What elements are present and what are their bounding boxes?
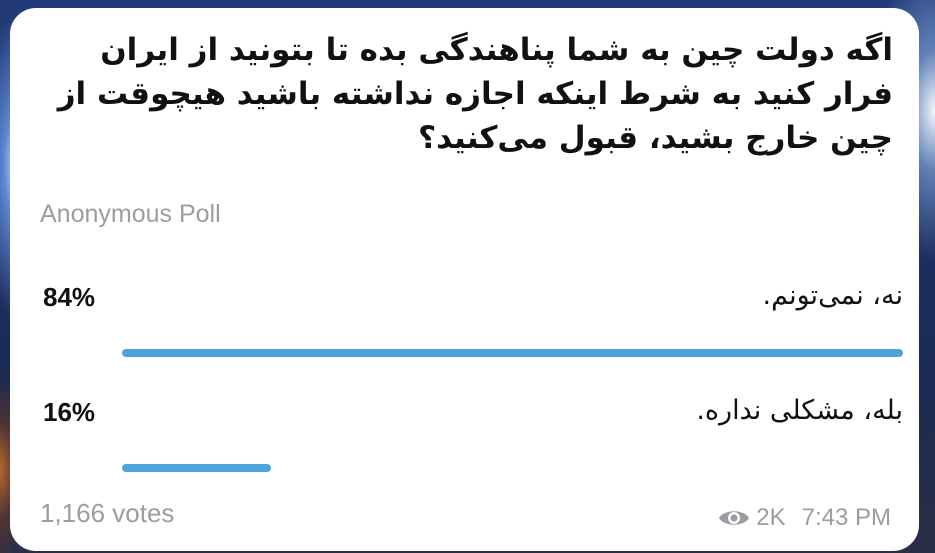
message-meta: 2K 7:43 PM (718, 504, 891, 532)
message-time: 7:43 PM (801, 504, 891, 531)
vote-count[interactable]: 1,166 votes (40, 498, 174, 529)
option-text: نه، نمی‌تونم. (762, 280, 903, 311)
poll-question: اگه دولت چین به شما پناهندگی بده تا بتون… (57, 32, 893, 156)
poll-option[interactable]: 84% نه، نمی‌تونم. (10, 276, 919, 366)
option-result-bar-track (122, 464, 903, 472)
option-result-bar (122, 464, 271, 472)
view-count: 2K (756, 504, 786, 531)
poll-message-card: اگه دولت چین به شما پناهندگی بده تا بتون… (10, 8, 919, 551)
option-percent: 16% (43, 397, 96, 427)
eye-icon (719, 511, 750, 525)
option-result-bar-track (122, 349, 903, 357)
option-text: بله، مشکلی نداره. (696, 395, 903, 426)
poll-type-label: Anonymous Poll (40, 200, 221, 228)
option-percent: 84% (43, 282, 96, 312)
option-result-bar (122, 349, 903, 357)
poll-option[interactable]: 16% بله، مشکلی نداره. (10, 391, 919, 481)
